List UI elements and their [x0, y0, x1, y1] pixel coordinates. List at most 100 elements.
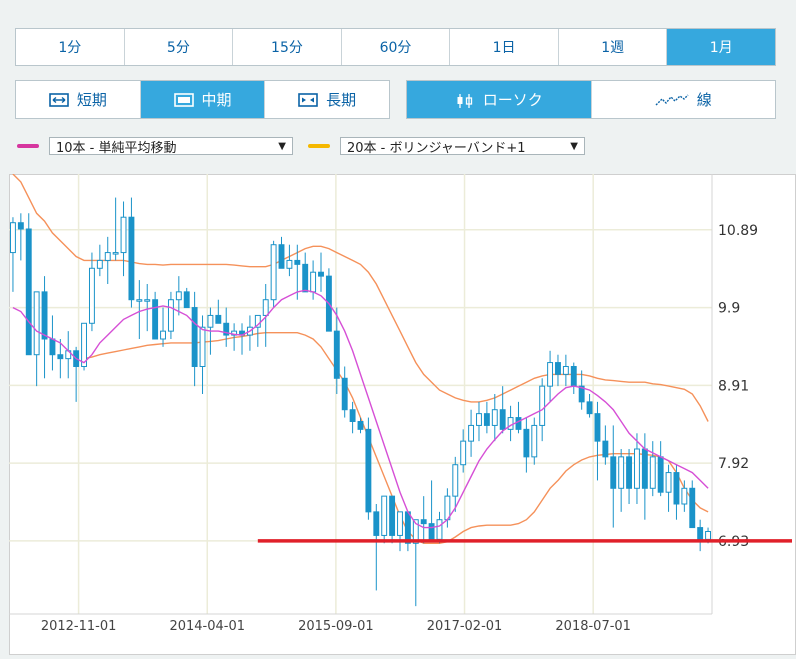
candle	[17, 213, 24, 261]
candle	[33, 291, 40, 387]
candlestick-icon	[455, 93, 475, 108]
tab-timeframe[interactable]: 1日	[450, 29, 559, 65]
candle	[333, 307, 340, 394]
candle	[223, 307, 230, 347]
dropdown-arrow-icon: ▼	[570, 140, 578, 152]
period-short-button[interactable]: 短期	[16, 81, 141, 118]
tab-timeframe[interactable]: 1月	[667, 29, 776, 65]
candle	[65, 331, 72, 379]
candle-body	[649, 456, 656, 489]
candle-body	[120, 216, 127, 254]
candle-body	[547, 362, 554, 387]
style-line-label: 線	[696, 91, 712, 109]
period-long-button[interactable]: 長期	[265, 81, 389, 118]
candle	[420, 496, 427, 544]
candle	[436, 511, 443, 544]
candle	[483, 401, 490, 434]
candle	[286, 244, 293, 277]
mid-term-icon	[173, 92, 194, 107]
candle	[270, 240, 277, 308]
candle-body	[278, 244, 285, 269]
candle	[49, 315, 56, 371]
candle	[357, 417, 364, 434]
candle	[547, 350, 554, 402]
candle	[689, 480, 696, 529]
candle-body	[586, 401, 593, 415]
candle-body	[523, 428, 530, 458]
candle	[96, 244, 103, 277]
candle	[318, 252, 324, 292]
bollinger-lower-line	[83, 332, 709, 544]
candle	[160, 307, 166, 347]
indicator-2-label: 20本 - ボリンジャーバンド+1	[347, 140, 526, 156]
indicator-2-select[interactable]: 20本 - ボリンジャーバンド+1 ▼	[340, 137, 585, 156]
candle	[41, 276, 48, 379]
candle-body	[199, 326, 206, 367]
style-candlestick-button[interactable]: ローソク	[407, 81, 592, 118]
candlestick-chart[interactable]: 6.937.928.919.910.892012-11-012014-04-01…	[9, 173, 796, 655]
candle-body	[436, 519, 443, 540]
candle	[310, 260, 317, 300]
y-tick-label: 9.9	[718, 301, 740, 317]
candle	[104, 236, 111, 284]
candle-body	[460, 440, 467, 466]
candle-body	[294, 259, 301, 265]
tab-timeframe[interactable]: 1週	[559, 29, 668, 65]
dropdown-arrow-icon: ▼	[278, 140, 286, 152]
candle-body	[357, 421, 364, 430]
candle-body	[610, 456, 617, 489]
candle-body	[689, 487, 696, 529]
candle	[112, 197, 119, 261]
tab-timeframe[interactable]: 15分	[233, 29, 342, 65]
candle-body	[25, 228, 32, 356]
x-tick-label: 2014-04-01	[169, 619, 245, 634]
candle	[641, 433, 648, 520]
candle-body	[341, 377, 348, 411]
x-tick-label: 2012-11-01	[41, 619, 117, 634]
candle-body	[491, 409, 498, 426]
sma-line	[12, 289, 709, 529]
candle	[468, 409, 475, 457]
candle-body	[286, 259, 293, 269]
indicator-1-label: 10本 - 単純平均移動	[56, 140, 177, 156]
candle	[175, 276, 182, 316]
y-tick-label: 7.92	[718, 456, 749, 472]
candle-body	[365, 428, 372, 513]
style-line-button[interactable]: 線	[592, 81, 776, 118]
candle	[278, 236, 285, 269]
candle	[389, 495, 396, 544]
candle-body	[191, 307, 198, 367]
x-tick-label: 2017-02-01	[427, 619, 503, 634]
candle-body	[175, 291, 182, 301]
candle-body	[41, 291, 48, 340]
bollinger-upper-line	[12, 173, 709, 422]
candle-body	[49, 338, 56, 356]
period-mid-button[interactable]: 中期	[140, 81, 266, 118]
candle	[341, 366, 348, 418]
candle-body	[634, 448, 640, 489]
candle	[562, 354, 569, 387]
period-selector: 短期 中期 長期	[15, 80, 390, 119]
candle	[586, 394, 593, 418]
indicator-1-select[interactable]: 10本 - 単純平均移動 ▼	[49, 137, 293, 156]
candle-body	[112, 252, 119, 255]
candle	[381, 495, 388, 544]
indicator-1: 10本 - 単純平均移動 ▼	[17, 137, 293, 156]
candle	[128, 197, 135, 308]
tab-timeframe[interactable]: 60分	[342, 29, 451, 65]
indicator-2-swatch	[308, 144, 330, 148]
candle-body	[10, 222, 16, 254]
candle	[152, 291, 159, 340]
candle	[373, 504, 380, 591]
candle	[254, 314, 261, 347]
candle-body	[17, 222, 24, 230]
candle-body	[389, 495, 396, 536]
candle-body	[483, 413, 490, 426]
candle-body	[507, 417, 514, 430]
candle-body	[665, 472, 672, 493]
candle-body	[183, 291, 190, 309]
candle	[555, 354, 561, 387]
tab-timeframe[interactable]: 1分	[16, 29, 125, 65]
candle	[649, 441, 656, 497]
tab-timeframe[interactable]: 5分	[125, 29, 234, 65]
